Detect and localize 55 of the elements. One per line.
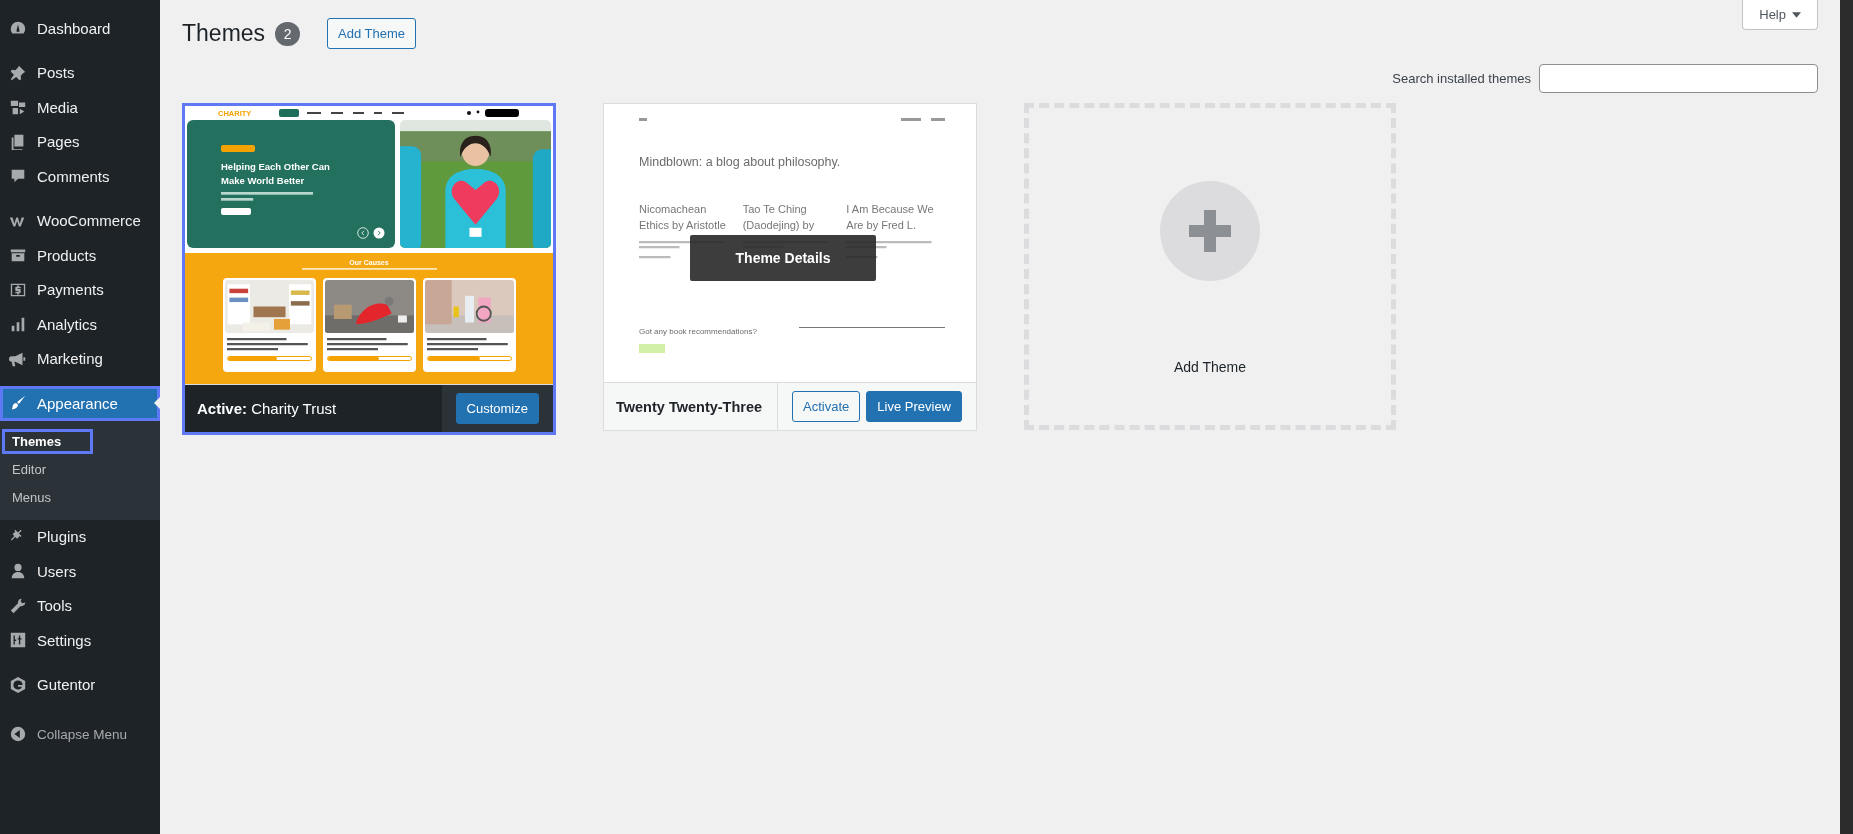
search-label: Search installed themes <box>1392 71 1531 86</box>
media-icon <box>9 98 27 117</box>
count-badge: 2 <box>275 21 301 46</box>
hexagon-icon <box>9 675 27 694</box>
theme-name: Active: Charity Trust <box>197 400 337 417</box>
menu-item[interactable]: Dashboard <box>0 11 160 46</box>
cta-text: Got any book recommendations? <box>639 327 757 336</box>
menu-item[interactable]: Media <box>0 90 160 125</box>
menu-item[interactable]: Pages <box>0 124 160 159</box>
welcome-badge <box>221 145 255 152</box>
sliders-icon <box>9 631 27 650</box>
help-button[interactable]: Help <box>1742 0 1818 30</box>
secondary-button[interactable]: Activate <box>792 391 861 422</box>
add-theme-button[interactable]: Add Theme <box>327 18 417 49</box>
user-icon <box>9 562 27 581</box>
menu-item[interactable]: Posts <box>0 55 160 90</box>
post-title: Nicomachean Ethics by Aristotle <box>639 202 727 233</box>
menu-item[interactable]: Settings <box>0 623 160 658</box>
plus-icon <box>1160 181 1260 281</box>
theme-name: Twenty Twenty-Three <box>616 398 763 415</box>
add-theme-label: Add Theme <box>1173 359 1247 375</box>
collapse-menu-button[interactable]: Collapse Menu <box>0 717 160 752</box>
menu-item[interactable]: Comments <box>0 159 160 194</box>
menu-item[interactable]: Payments <box>0 272 160 307</box>
fundraise-button <box>221 208 251 215</box>
submenu-item[interactable]: Themes <box>4 431 92 452</box>
menu-item[interactable]: Users <box>0 554 160 589</box>
primary-button[interactable]: Live Preview <box>866 391 962 422</box>
menu-item[interactable]: Appearance <box>0 386 160 421</box>
wrench-icon <box>9 596 27 615</box>
menu-item[interactable]: Marketing <box>0 341 160 376</box>
pin-icon <box>9 63 27 82</box>
submenu-item[interactable]: Editor <box>4 459 76 480</box>
caret-icon <box>1792 11 1801 18</box>
primary-button[interactable]: Customize <box>455 393 539 424</box>
slider-arrows-icon <box>357 227 385 239</box>
menu-item[interactable]: Products <box>0 238 160 273</box>
contact-button <box>639 344 665 353</box>
post-title: I Am Because We Are by Fred L. <box>846 202 935 233</box>
submenu-item[interactable]: Menus <box>4 487 82 508</box>
menu-item[interactable]: Gutentor <box>0 667 160 702</box>
add-theme-tile[interactable]: Add Theme <box>1024 103 1396 430</box>
menu-item[interactable]: Analytics <box>0 307 160 342</box>
hero-headline: Helping Each Other Can Make World Better <box>221 160 331 188</box>
menu-item[interactable]: Plugins <box>0 519 160 554</box>
post-title: Tao Te Ching (Daodejing) by <box>742 202 816 233</box>
search-field[interactable] <box>1539 64 1818 93</box>
menu-item[interactable]: WooCommerce <box>0 203 160 238</box>
menu-item[interactable]: Tools <box>0 588 160 623</box>
theme-details-overlay[interactable]: Theme Details <box>690 235 876 281</box>
collapse-icon <box>9 725 27 744</box>
bar-chart-icon <box>9 315 27 334</box>
theme-card[interactable] <box>603 103 977 431</box>
page-title: Themes <box>182 20 266 47</box>
blog-headline: Mindblown: a blog about philosophy. <box>639 155 842 169</box>
